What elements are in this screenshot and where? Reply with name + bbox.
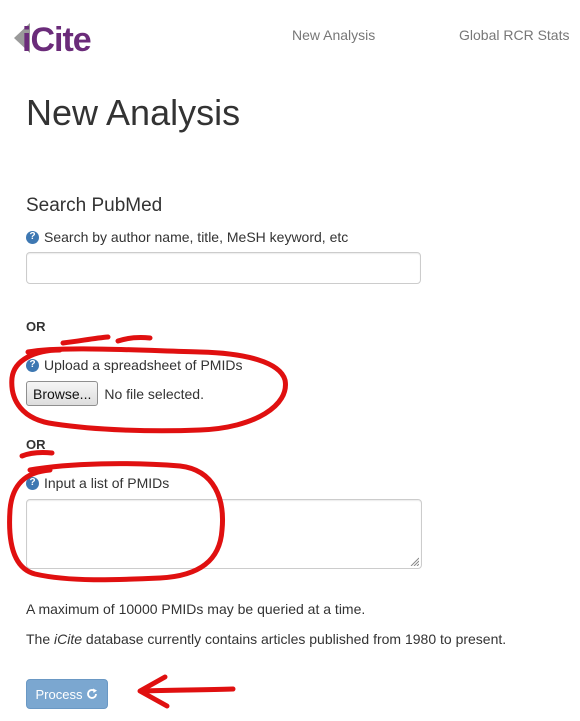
- max-pmids-notice: A maximum of 10000 PMIDs may be queried …: [26, 601, 366, 617]
- annotation-underline-2: [19, 449, 55, 459]
- help-icon[interactable]: ?: [26, 476, 39, 490]
- pmid-list-help-label: ? Input a list of PMIDs: [26, 475, 169, 491]
- search-help-text: Search by author name, title, MeSH keywo…: [44, 229, 349, 245]
- or-separator-2: OR: [26, 437, 46, 452]
- resize-grip-icon[interactable]: [409, 556, 419, 566]
- nav-new-analysis[interactable]: New Analysis: [292, 27, 375, 43]
- search-pubmed-title: Search PubMed: [26, 195, 163, 216]
- file-upload-row: Browse... No file selected.: [26, 381, 204, 406]
- annotation-underline-1: [60, 334, 153, 346]
- help-icon[interactable]: ?: [26, 230, 39, 244]
- logo-text: iCite: [22, 21, 91, 59]
- process-button[interactable]: Process: [26, 679, 108, 709]
- or-separator-1: OR: [26, 319, 46, 334]
- process-button-label: Process: [35, 686, 83, 702]
- upload-help-label: ? Upload a spreadsheet of PMIDs: [26, 357, 242, 373]
- pmid-list-textarea[interactable]: [26, 499, 422, 569]
- database-notice-prefix: The: [26, 631, 55, 647]
- database-name: iCite: [54, 631, 83, 647]
- upload-help-text: Upload a spreadsheet of PMIDs: [44, 357, 243, 373]
- annotation-arrow-shaft: [139, 686, 236, 694]
- search-help-label: ? Search by author name, title, MeSH key…: [26, 229, 348, 245]
- help-icon[interactable]: ?: [26, 358, 39, 372]
- nav-global-rcr-stats[interactable]: Global RCR Stats: [459, 27, 569, 43]
- page: iCite New Analysis Global RCR Stats New …: [0, 0, 580, 721]
- database-notice: The iCite database currently contains ar…: [26, 631, 506, 647]
- browse-button[interactable]: Browse...: [26, 381, 99, 406]
- page-title: New Analysis: [26, 92, 241, 133]
- refresh-icon: [87, 688, 98, 699]
- file-status: No file selected.: [104, 385, 204, 402]
- icite-logo[interactable]: iCite: [14, 18, 106, 60]
- annotation-arrow-head: [137, 674, 170, 709]
- search-input[interactable]: [26, 252, 421, 284]
- pmid-list-help-text: Input a list of PMIDs: [44, 475, 170, 491]
- database-notice-suffix: database currently contains articles pub…: [82, 631, 507, 647]
